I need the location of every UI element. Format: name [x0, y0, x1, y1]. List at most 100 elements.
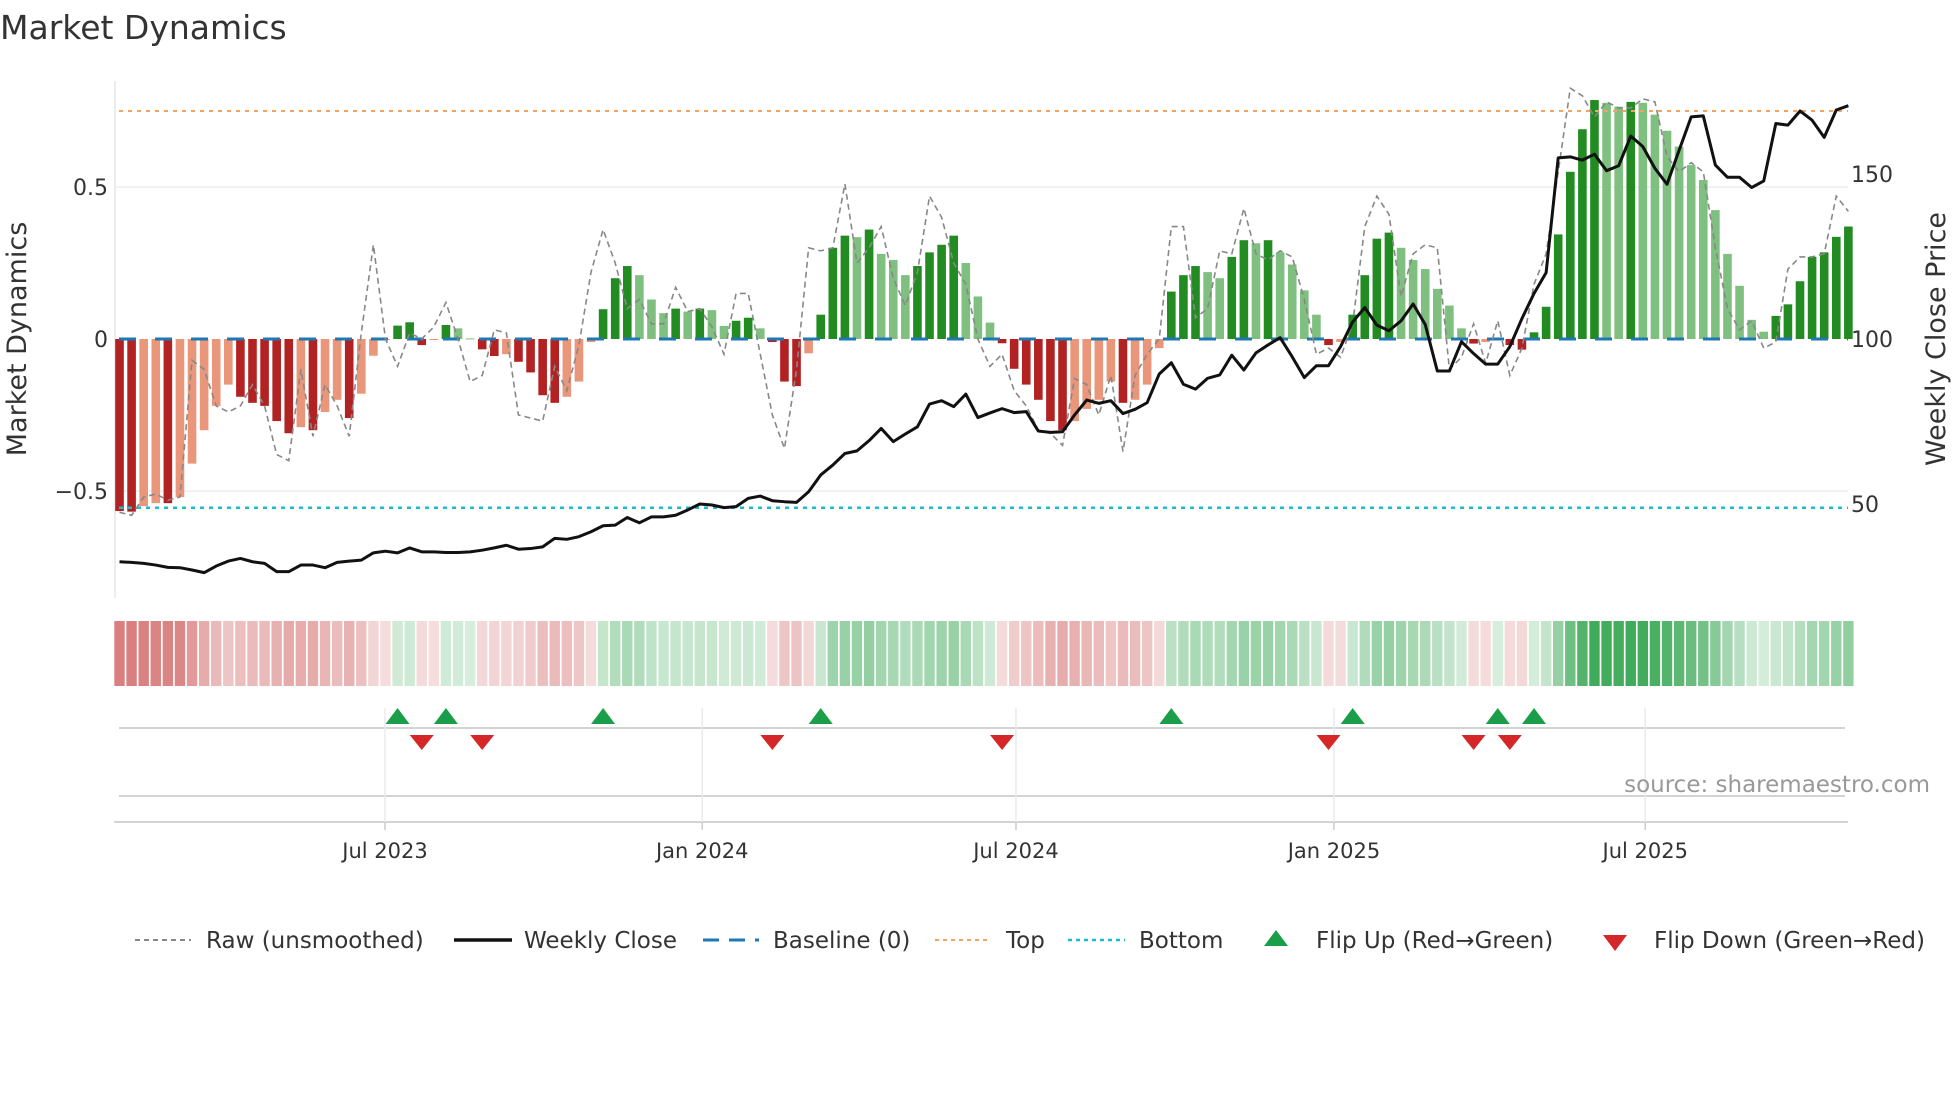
dynamics-bar: [1457, 328, 1466, 339]
flip-up-marker: [591, 708, 616, 724]
dynamics-bar: [260, 339, 269, 406]
dynamics-bar: [574, 339, 584, 382]
heat-strip-cell: [1262, 621, 1274, 686]
heat-strip-cell: [755, 621, 766, 686]
dynamics-bar: [248, 339, 257, 403]
dynamics-bar: [864, 229, 874, 339]
dynamics-bar: [1566, 171, 1575, 339]
heat-strip-cell: [404, 621, 415, 686]
legend-label: Bottom: [1139, 928, 1223, 954]
heat-strip-cell: [863, 621, 875, 686]
legend-item-bottom[interactable]: Bottom: [1068, 928, 1223, 954]
heat-strip-cell: [1141, 621, 1153, 686]
heat-strip-cell: [1250, 621, 1262, 686]
dynamics-bar: [876, 253, 886, 339]
dynamics-bar: [272, 339, 281, 422]
heat-strip-cell: [428, 621, 440, 686]
heat-strip-cell: [815, 621, 826, 686]
legend-item-raw[interactable]: Raw (unsmoothed): [135, 928, 424, 954]
heat-strip-cell: [537, 621, 548, 686]
dynamics-bar: [139, 339, 148, 507]
heat-strip-cell: [1553, 621, 1564, 686]
source-annotation: source: sharemaestro.com: [1624, 772, 1930, 798]
heat-strip-cell: [1686, 621, 1697, 686]
heat-strip-cell: [174, 621, 186, 686]
dynamics-bar: [1167, 291, 1176, 339]
legend-item-weekly-close[interactable]: Weekly Close: [454, 928, 677, 954]
heat-strip-cell: [912, 621, 923, 686]
heat-strip-cell: [271, 621, 282, 686]
heat-strip-cell: [549, 621, 560, 686]
dynamics-bar: [1541, 306, 1551, 339]
dynamics-bar: [1759, 331, 1769, 339]
heat-strip-cell: [996, 621, 1008, 686]
dynamics-bar: [1082, 339, 1091, 409]
dynamics-bar: [465, 338, 475, 340]
dynamics-bar: [610, 278, 620, 339]
legend-item-top[interactable]: Top: [935, 928, 1045, 954]
heat-strip-cell: [1734, 621, 1745, 686]
dynamics-bar: [1795, 281, 1805, 339]
dynamics-bar: [320, 339, 330, 412]
heat-strip-cell: [1698, 621, 1709, 686]
heat-strip-cell: [1166, 621, 1177, 686]
dynamics-bar: [477, 339, 487, 350]
dynamics-bar: [1614, 106, 1623, 339]
heat-strip-cell: [1008, 621, 1020, 686]
heat-strip-cell: [1420, 621, 1431, 686]
heat-strip-cell: [150, 621, 161, 686]
heat-strip-cell: [718, 621, 730, 686]
heat-strip-cell: [1468, 621, 1479, 686]
legend-item-flip-down[interactable]: Flip Down (Green→Red): [1603, 928, 1925, 954]
dynamics-bar: [1408, 259, 1418, 339]
dynamics-bar: [1287, 264, 1297, 339]
dynamics-bar: [1275, 252, 1285, 339]
dynamics-bar: [671, 308, 680, 339]
heat-strip-cell: [223, 621, 234, 686]
dynamics-bar: [115, 339, 124, 512]
heat-strip-cell: [646, 621, 657, 686]
heat-strip-cell: [1480, 621, 1491, 686]
dynamics-bar: [1819, 252, 1829, 339]
heat-strip-cell: [791, 621, 802, 686]
dynamics-bar: [1638, 102, 1648, 340]
legend-item-baseline[interactable]: Baseline (0): [703, 928, 910, 954]
dynamics-bar: [441, 325, 451, 339]
heat-strip-cell: [1033, 621, 1044, 686]
heat-strip-cell: [1274, 621, 1286, 686]
triangle-up-icon: [1264, 930, 1288, 946]
y-right-tick-label: 150: [1851, 163, 1893, 188]
dynamics-bars: [115, 100, 1853, 512]
triangle-down-icon: [1603, 935, 1627, 951]
heat-strip-cell: [319, 621, 331, 686]
x-tick-label: Jul 2023: [340, 839, 427, 863]
heat-strip-cell: [1625, 621, 1636, 686]
heat-strip-cell: [948, 621, 959, 686]
dynamics-bar: [1602, 102, 1611, 340]
flip-up-marker: [1522, 708, 1547, 724]
heat-strip-cell: [1806, 621, 1818, 686]
heat-strip-cell: [742, 621, 754, 686]
dynamics-bar: [405, 322, 414, 339]
dynamics-bar: [357, 339, 366, 394]
heat-strip-cell: [888, 621, 899, 686]
dynamics-bar: [1034, 339, 1043, 400]
market-dynamics-chart: Market Dynamics Market Dynamics Weekly C…: [0, 8, 1952, 954]
dynamics-bar: [1094, 339, 1104, 400]
reference-lines: [119, 110, 1848, 509]
flip-down-marker: [409, 735, 434, 750]
dynamics-bar: [816, 314, 826, 339]
heat-strip-cell: [1323, 621, 1334, 686]
heat-strip-cell: [900, 621, 911, 686]
legend: Raw (unsmoothed) Weekly Close Baseline (…: [135, 928, 1925, 954]
dynamics-bar: [1324, 339, 1333, 346]
legend-item-flip-up[interactable]: Flip Up (Red→Green): [1264, 928, 1553, 954]
heat-strip-cell: [1540, 621, 1552, 686]
heat-strip-cell: [1818, 621, 1830, 686]
dynamics-bar: [526, 339, 535, 373]
heat-strip-cell: [392, 621, 403, 686]
dynamics-bar: [369, 339, 378, 356]
heat-strip-cell: [1504, 621, 1516, 686]
heat-strip-cell: [1117, 621, 1129, 686]
dynamics-bar: [780, 339, 789, 382]
